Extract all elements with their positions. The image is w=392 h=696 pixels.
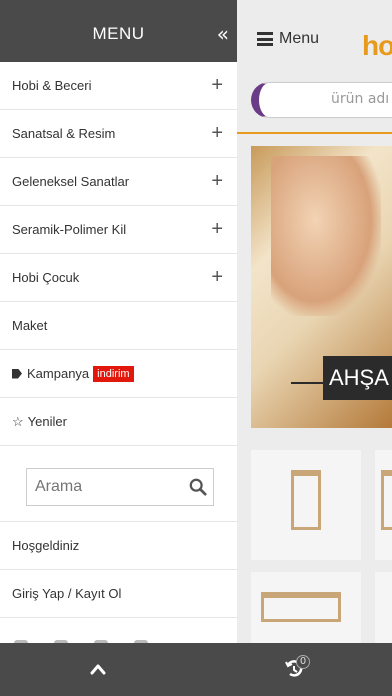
discount-badge: indirim	[93, 365, 134, 382]
plus-icon[interactable]: +	[211, 171, 223, 191]
site-logo[interactable]: ho	[362, 30, 392, 62]
star-icon: ☆	[12, 413, 24, 429]
side-menu-header: MENU «	[0, 0, 237, 62]
plus-icon[interactable]: +	[211, 123, 223, 143]
product-image	[261, 592, 341, 622]
product-card[interactable]	[375, 450, 392, 560]
menu-item-label: Seramik-Polimer Kil	[12, 222, 127, 237]
menu-item-label: Maket	[12, 318, 48, 333]
menu-item-maket[interactable]: Maket	[0, 302, 237, 350]
menu-item-label: Hobi & Beceri	[12, 78, 92, 93]
search-icon[interactable]	[189, 478, 207, 496]
plus-icon[interactable]: +	[211, 267, 223, 287]
double-chevron-left-icon[interactable]: «	[217, 22, 229, 46]
menu-item-label: Geleneksel Sanatlar	[12, 174, 130, 189]
menu-item-label: Kampanya	[27, 366, 90, 381]
product-card[interactable]	[251, 450, 361, 560]
banner-image	[271, 156, 381, 316]
menu-search-section	[0, 446, 237, 522]
product-card[interactable]	[251, 572, 361, 643]
menu-item-label: Hobi Çocuk	[12, 270, 80, 285]
menu-item-hobi-beceri[interactable]: Hobi & Beceri +	[0, 62, 237, 110]
menu-toggle-button[interactable]: Menu	[257, 30, 319, 48]
page-search-placeholder: ürün adı v	[331, 91, 392, 107]
menu-link-label: Giriş Yap / Kayıt Ol	[12, 586, 122, 601]
menu-link-welcome[interactable]: Hoşgeldiniz	[0, 522, 237, 570]
menu-item-geleneksel-sanatlar[interactable]: Geleneksel Sanatlar +	[0, 158, 237, 206]
tag-icon	[12, 368, 22, 379]
menu-item-label: Sanatsal & Resim	[12, 126, 116, 141]
banner-line	[291, 382, 326, 384]
plus-icon[interactable]: +	[211, 219, 223, 239]
category-list: Hobi & Beceri + Sanatsal & Resim + Gelen…	[0, 62, 237, 446]
side-menu: MENU « Hobi & Beceri + Sanatsal & Resim …	[0, 0, 237, 643]
menu-item-yeniler[interactable]: ☆ Yeniler	[0, 398, 237, 446]
menu-search-box	[26, 468, 214, 506]
menu-link-label: Hoşgeldiniz	[12, 538, 80, 553]
product-card[interactable]	[375, 572, 392, 643]
page-content: Menu ho ürün adı v AHŞA	[237, 0, 392, 643]
menu-toggle-label: Menu	[279, 30, 320, 47]
product-image	[291, 470, 321, 530]
history-count-badge: 0	[296, 655, 310, 669]
product-image	[381, 470, 392, 530]
plus-icon[interactable]: +	[211, 75, 223, 95]
menu-item-sanatsal-resim[interactable]: Sanatsal & Resim +	[0, 110, 237, 158]
side-menu-title: MENU	[92, 24, 145, 43]
hamburger-icon	[257, 32, 273, 46]
page-header: Menu ho	[237, 0, 392, 72]
bottom-toolbar: 0	[0, 643, 392, 696]
chevron-up-icon[interactable]	[90, 661, 106, 677]
menu-item-label: Yeniler	[27, 414, 67, 429]
menu-search-input[interactable]	[27, 469, 177, 505]
menu-item-hobi-cocuk[interactable]: Hobi Çocuk +	[0, 254, 237, 302]
menu-item-kampanya[interactable]: Kampanya indirim	[0, 350, 237, 398]
menu-link-login-register[interactable]: Giriş Yap / Kayıt Ol	[0, 570, 237, 618]
page-search-input[interactable]: ürün adı v	[251, 82, 392, 118]
promo-banner[interactable]: AHŞA	[251, 146, 392, 428]
header-divider	[237, 132, 392, 134]
social-links-row	[0, 632, 237, 643]
menu-item-seramik-polimer-kil[interactable]: Seramik-Polimer Kil +	[0, 206, 237, 254]
banner-label: AHŞA	[323, 356, 392, 400]
